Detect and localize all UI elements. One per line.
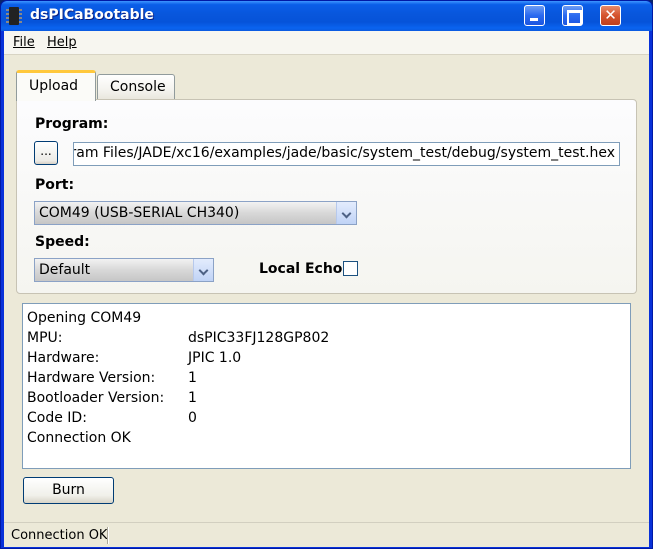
log-row-value: JPIC 1.0 [188, 350, 242, 366]
port-label: Port: [35, 177, 75, 193]
status-bar: Connection OK [4, 522, 649, 547]
speed-select[interactable]: Default [34, 258, 214, 282]
log-row-key: Hardware Version: [27, 370, 156, 386]
status-divider [107, 527, 109, 544]
program-path-text: C:/Program Files/JADE/xc16/examples/jade… [73, 145, 615, 161]
log-row-value: 1 [188, 370, 197, 386]
local-echo-label: Local Echo: [259, 261, 349, 277]
burn-button[interactable]: Burn [23, 477, 114, 504]
menu-bar: File Help [4, 31, 649, 55]
maximize-button[interactable] [562, 5, 583, 26]
tab-upload[interactable]: Upload [16, 70, 96, 101]
upload-panel: Program: ... C:/Program Files/JADE/xc16/… [16, 99, 637, 294]
client-area: File Help Upload Console Program: ... C:… [4, 31, 649, 547]
log-line-opening: Opening COM49 [27, 310, 142, 326]
log-row-key: Hardware: [27, 350, 100, 366]
chip-icon [6, 7, 22, 25]
menu-file[interactable]: File [13, 35, 35, 50]
log-row-key: Code ID: [27, 410, 87, 426]
port-select[interactable]: COM49 (USB-SERIAL CH340) [34, 201, 357, 225]
menu-help[interactable]: Help [47, 35, 77, 50]
log-row-value: dsPIC33FJ128GP802 [188, 330, 330, 346]
title-bar[interactable]: dsPICaBootable ✕ [1, 1, 652, 31]
close-icon: ✕ [604, 6, 617, 24]
log-line-status: Connection OK [27, 430, 131, 446]
speed-label: Speed: [35, 234, 90, 250]
log-row-key: Bootloader Version: [27, 390, 165, 406]
program-label: Program: [35, 116, 109, 132]
log-row-value: 0 [188, 410, 197, 426]
status-text: Connection OK [11, 528, 108, 543]
tab-console[interactable]: Console [97, 74, 175, 100]
close-button[interactable]: ✕ [600, 5, 621, 26]
log-row-value: 1 [188, 390, 197, 406]
browse-button[interactable]: ... [34, 141, 58, 165]
port-select-value: COM49 (USB-SERIAL CH340) [39, 205, 240, 221]
speed-select-value: Default [39, 262, 91, 278]
program-path-input[interactable]: C:/Program Files/JADE/xc16/examples/jade… [73, 142, 620, 166]
chevron-down-icon[interactable] [193, 259, 213, 281]
menu-help-label: Help [47, 35, 77, 50]
local-echo-checkbox[interactable] [343, 261, 358, 276]
app-window: dsPICaBootable ✕ File Help Upload Consol… [0, 0, 653, 549]
chevron-down-icon[interactable] [336, 202, 356, 224]
minimize-button[interactable] [524, 5, 545, 26]
output-log[interactable]: Opening COM49 MPU: dsPIC33FJ128GP802 Har… [22, 303, 631, 469]
log-row-key: MPU: [27, 330, 63, 346]
window-title: dsPICaBootable [30, 7, 154, 23]
